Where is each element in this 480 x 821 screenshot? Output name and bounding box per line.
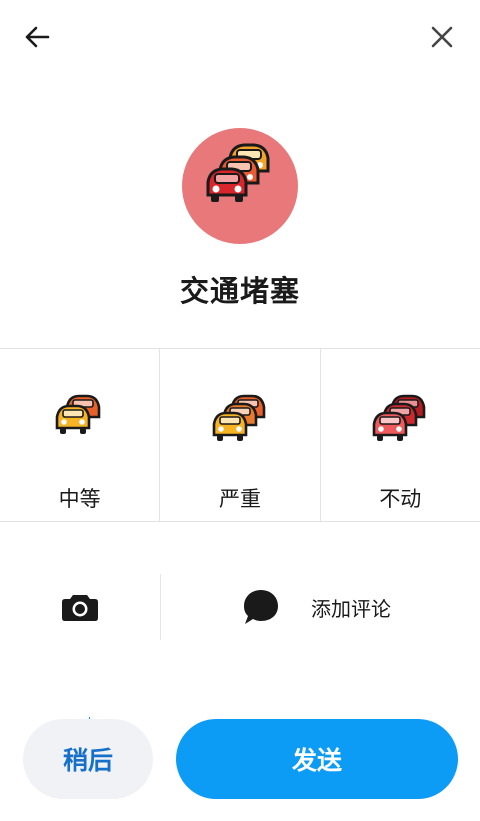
severity-options: 中等 严重 不动 [0,348,480,522]
close-button[interactable] [418,13,466,61]
standstill-traffic-icon [373,394,426,441]
close-icon [431,26,453,48]
comment-icon [244,590,278,624]
send-button[interactable]: 发送 [176,719,458,799]
arrow-left-icon [25,26,50,48]
option-label: 中等 [58,487,101,511]
later-button[interactable]: 稍后 [23,719,153,799]
heavy-traffic-icon [212,394,266,441]
comment-label: 添加评论 [311,596,391,621]
camera-icon [62,595,98,621]
moderate-traffic-icon [55,394,100,434]
extras-row: 添加评论 [0,574,480,640]
option-label: 严重 [218,487,261,511]
report-header: 交通堵塞 [0,128,480,310]
traffic-jam-icon [206,143,270,202]
option-standstill[interactable]: 不动 [319,349,480,521]
option-label: 不动 [379,487,422,511]
traffic-jam-badge [182,128,298,244]
add-photo-button[interactable] [0,574,161,640]
page-title: 交通堵塞 [179,274,300,308]
top-bar [0,0,480,76]
add-comment-button[interactable]: 添加评论 [161,574,480,640]
option-moderate[interactable]: 中等 [0,349,159,521]
option-heavy[interactable]: 严重 [159,349,319,521]
back-button[interactable] [13,13,61,61]
